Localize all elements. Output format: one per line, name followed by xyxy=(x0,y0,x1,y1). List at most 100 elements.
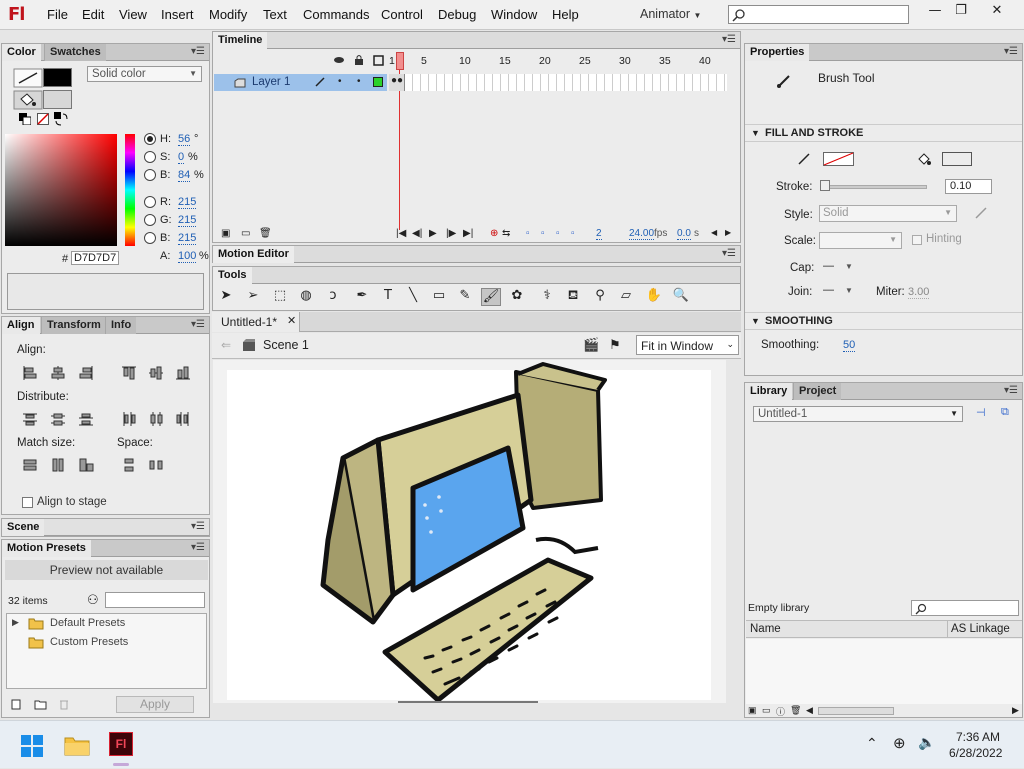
tab-color[interactable]: Color xyxy=(2,44,41,61)
volume-icon[interactable]: 🔈 xyxy=(918,734,935,751)
blue-value[interactable]: 215 xyxy=(178,232,197,245)
lasso-tool-icon[interactable]: ↄ xyxy=(323,288,343,306)
tab-align[interactable]: Align xyxy=(2,317,40,334)
pencil-tool-icon[interactable]: ✎ xyxy=(455,288,475,306)
stroke-color-swatch[interactable] xyxy=(43,68,72,87)
panel-menu-icon[interactable]: ▾☰ xyxy=(1004,385,1018,396)
stroke-slider-thumb[interactable] xyxy=(820,180,830,191)
no-color-icon[interactable] xyxy=(37,113,49,125)
distribute-hcenter-icon[interactable] xyxy=(148,411,164,427)
lock-dot[interactable]: • xyxy=(357,76,361,87)
distribute-left-icon[interactable] xyxy=(121,411,137,427)
back-arrow-icon[interactable]: ⇐ xyxy=(221,338,231,352)
trash-icon[interactable]: 🗑 xyxy=(790,705,801,716)
line-tool-icon[interactable]: ╲ xyxy=(403,288,423,306)
scroll-left-icon[interactable]: ◀ xyxy=(711,228,717,237)
color-picker-square[interactable] xyxy=(5,134,117,246)
eyedropper-tool-icon[interactable]: ⚲ xyxy=(590,288,610,306)
tab-transform[interactable]: Transform xyxy=(41,317,106,334)
deco-tool-icon[interactable]: ✿ xyxy=(507,288,527,306)
onion-markers-icon[interactable]: ▫ xyxy=(571,228,575,239)
align-bottom-icon[interactable] xyxy=(175,365,191,381)
edit-scene-icon[interactable]: 🎬 xyxy=(583,337,599,353)
file-explorer-icon[interactable] xyxy=(64,734,90,756)
panel-menu-icon[interactable]: ▾☰ xyxy=(191,46,205,57)
frame-strip[interactable]: ●● xyxy=(389,74,727,91)
menu-control[interactable]: Control xyxy=(381,7,423,22)
new-layer-icon[interactable]: ▣ xyxy=(221,228,230,239)
paint-bucket-tool-icon[interactable]: ⛾ xyxy=(563,288,583,306)
library-doc-dropdown[interactable]: Untitled-1 ▼ xyxy=(753,406,963,422)
alpha-value[interactable]: 100 xyxy=(178,250,197,263)
document-tab[interactable]: Untitled-1* ✕ xyxy=(212,312,300,332)
edit-symbol-icon[interactable]: ⚑ xyxy=(609,337,621,353)
3d-rotation-tool-icon[interactable]: ◍ xyxy=(296,288,316,306)
new-library-panel-icon[interactable]: ⧉ xyxy=(1001,406,1009,419)
stroke-color-swatch[interactable] xyxy=(823,152,854,166)
panel-menu-icon[interactable]: ▾☰ xyxy=(722,34,736,45)
center-frame-icon[interactable]: ⊕ xyxy=(490,228,498,239)
fill-color-swatch[interactable] xyxy=(942,152,972,166)
panel-menu-icon[interactable]: ▾☰ xyxy=(722,248,736,259)
minimize-button[interactable]: — xyxy=(925,3,945,19)
computer-drawing[interactable] xyxy=(213,360,726,703)
blue-radio[interactable] xyxy=(144,232,156,244)
layer-row[interactable]: Layer 1 • • xyxy=(214,74,387,91)
restore-button[interactable]: ❐ xyxy=(951,3,971,19)
layer-outline-color[interactable] xyxy=(373,77,383,87)
taskbar-time[interactable]: 7:36 AM xyxy=(956,730,1000,744)
hue-slider[interactable] xyxy=(125,134,135,246)
onion-skin-icon[interactable]: ▫ xyxy=(526,228,530,239)
space-vertical-icon[interactable] xyxy=(121,457,137,473)
tab-library[interactable]: Library xyxy=(745,383,793,400)
loop-icon[interactable]: ⇆ xyxy=(502,228,510,239)
fill-stroke-header[interactable]: ▼ FILL AND STROKE xyxy=(745,124,1022,142)
color-type-dropdown[interactable]: Solid color ▼ xyxy=(87,66,202,82)
hinting-checkbox[interactable] xyxy=(912,235,922,245)
preset-folder-default[interactable]: Default Presets xyxy=(50,617,125,629)
menu-insert[interactable]: Insert xyxy=(161,7,194,22)
pin-library-icon[interactable]: ⊣ xyxy=(976,406,986,419)
last-frame-icon[interactable]: ▶| xyxy=(463,228,473,239)
distribute-top-icon[interactable] xyxy=(22,411,38,427)
panel-menu-icon[interactable]: ▾☰ xyxy=(191,319,205,330)
brightness-radio[interactable] xyxy=(144,169,156,181)
distribute-vcenter-icon[interactable] xyxy=(50,411,66,427)
rectangle-tool-icon[interactable]: ▭ xyxy=(429,288,449,306)
bone-tool-icon[interactable]: ⚕ xyxy=(537,288,557,306)
stroke-input[interactable]: 0.10 xyxy=(945,179,992,194)
menu-edit[interactable]: Edit xyxy=(82,7,104,22)
tab-motion-editor[interactable]: Motion Editor xyxy=(213,246,294,263)
scroll-right-icon[interactable]: ▶ xyxy=(725,228,731,237)
menu-commands[interactable]: Commands xyxy=(303,7,369,22)
space-horizontal-icon[interactable] xyxy=(148,457,164,473)
help-search-input[interactable] xyxy=(728,5,909,24)
step-back-icon[interactable]: ◀| xyxy=(412,228,422,239)
library-search-input[interactable] xyxy=(911,600,1019,616)
new-folder-icon[interactable]: ▭ xyxy=(241,228,250,239)
match-width-icon[interactable] xyxy=(22,457,38,473)
text-tool-icon[interactable]: T xyxy=(378,288,398,306)
align-left-icon[interactable] xyxy=(22,365,38,381)
preset-folder-custom[interactable]: Custom Presets xyxy=(50,636,128,648)
pen-tool-icon[interactable]: ✒ xyxy=(352,288,372,306)
subselection-tool-icon[interactable]: ➢ xyxy=(243,288,263,306)
green-radio[interactable] xyxy=(144,214,156,226)
lock-icon[interactable] xyxy=(354,54,364,66)
taskbar-date[interactable]: 6/28/2022 xyxy=(949,746,1002,760)
align-to-stage-checkbox[interactable] xyxy=(22,497,33,508)
language-icon[interactable]: ⊕ xyxy=(893,734,906,752)
trash-icon[interactable]: 🗑 xyxy=(259,228,272,239)
step-forward-icon[interactable]: |▶ xyxy=(446,228,456,239)
apply-button[interactable]: Apply xyxy=(116,696,194,713)
scale-dropdown[interactable]: ▼ xyxy=(819,232,902,249)
hex-input[interactable]: D7D7D7 xyxy=(71,251,119,265)
library-scrollbar[interactable] xyxy=(818,707,894,715)
panel-menu-icon[interactable]: ▾☰ xyxy=(191,521,205,532)
black-white-icon[interactable] xyxy=(19,113,31,125)
green-value[interactable]: 215 xyxy=(178,214,197,227)
distribute-bottom-icon[interactable] xyxy=(78,411,94,427)
swap-colors-icon[interactable] xyxy=(54,112,68,126)
library-list[interactable] xyxy=(746,639,1022,704)
style-dropdown[interactable]: Solid ▼ xyxy=(819,205,957,222)
